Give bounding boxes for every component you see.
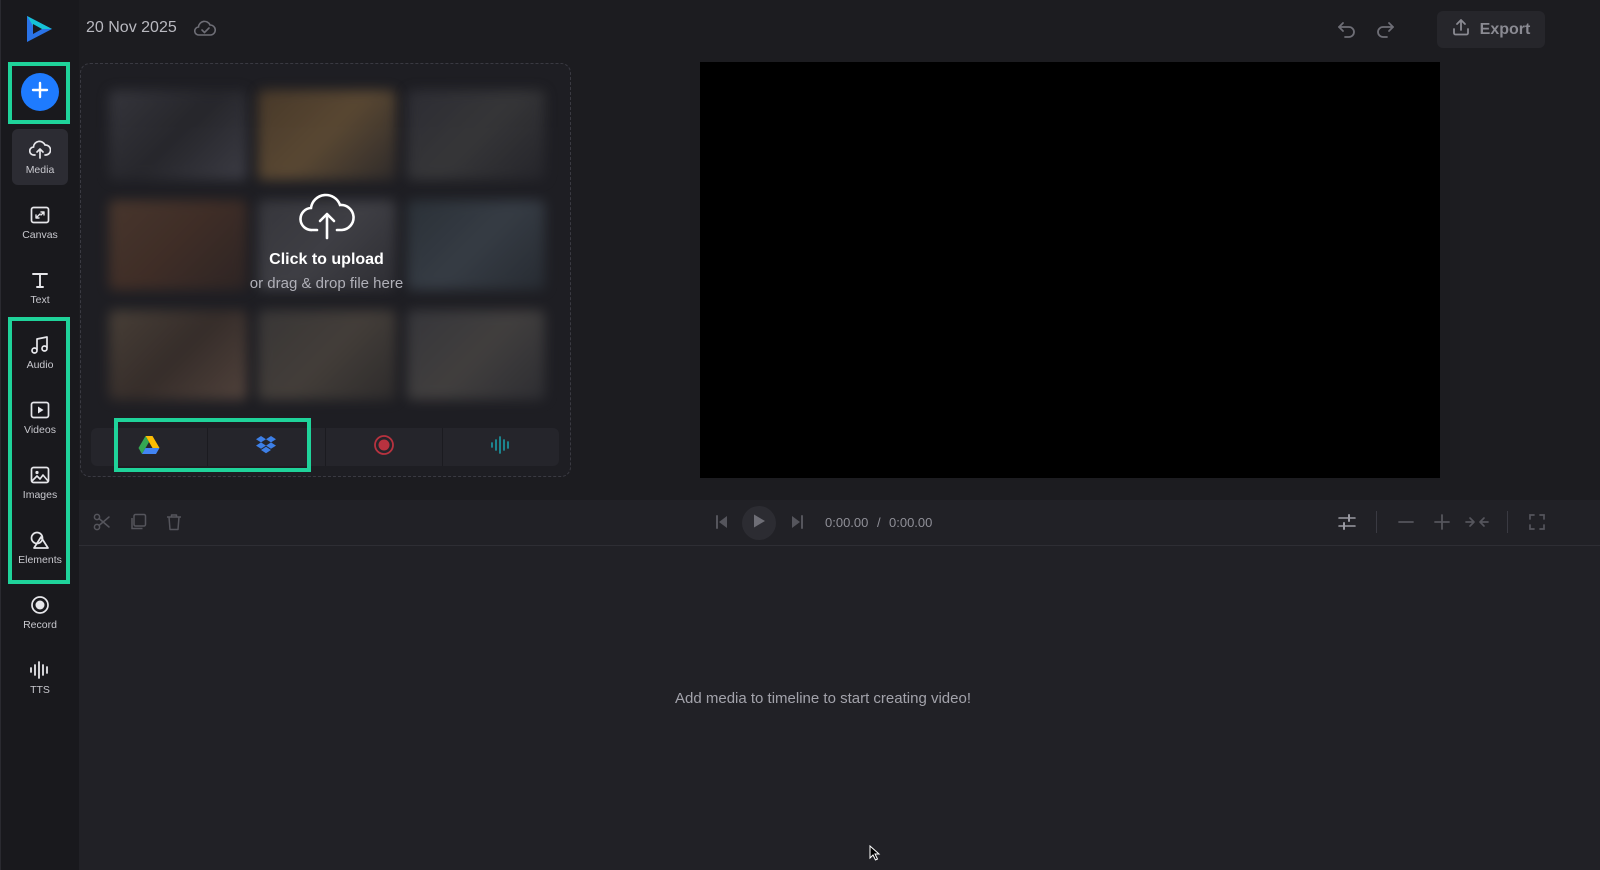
upload-title[interactable]: Click to upload [81,251,570,269]
shapes-icon [29,529,51,551]
sidebar-item-audio[interactable]: Audio [12,324,68,380]
record-dot-icon [373,434,395,461]
canvas-icon [29,204,51,226]
zoom-in-icon[interactable] [1433,513,1451,536]
google-drive-icon [138,435,160,460]
record-source-button[interactable] [326,428,443,466]
sidebar-item-label: Text [30,293,50,306]
cloud-check-icon [193,20,217,43]
toolbar-divider [1376,511,1377,533]
adjust-sliders-icon[interactable] [1337,513,1357,536]
sidebar-item-label: Media [25,163,55,176]
project-date[interactable]: 20 Nov 2025 [86,19,177,37]
sidebar-item-label: TTS [30,683,50,696]
duplicate-icon[interactable] [129,513,147,536]
scissors-icon[interactable] [93,513,111,536]
upload-subtitle: or drag & drop file here [249,275,404,292]
zoom-out-icon[interactable] [1397,513,1415,536]
export-label: Export [1479,20,1531,38]
undo-icon[interactable] [1336,19,1358,44]
sidebar-item-elements[interactable]: Elements [12,519,68,575]
blurred-thumbnail [109,310,247,400]
blurred-thumbnail [258,90,396,180]
mouse-cursor-icon [869,844,881,866]
timeline-toolbar: 0:00.00 / 0:00.00 [79,500,1600,546]
time-separator: / [877,515,881,530]
blurred-thumbnail [407,90,545,180]
add-media-button[interactable] [21,73,59,111]
play-icon [752,513,766,534]
tts-source-button[interactable] [443,428,559,466]
upload-prompt: Click to upload or drag & drop file here [81,192,570,292]
redo-icon[interactable] [1374,19,1396,44]
blurred-thumbnail [258,310,396,400]
blurred-thumbnail [109,90,247,180]
music-icon [29,334,51,356]
sidebar-item-label: Audio [26,358,54,371]
upload-cloud-icon [29,139,51,161]
fullscreen-icon[interactable] [1528,513,1546,536]
sidebar-item-canvas[interactable]: Canvas [12,194,68,250]
video-preview-canvas[interactable] [700,62,1440,478]
current-time: 0:00.00 [825,515,869,530]
sidebar-item-label: Images [22,488,58,501]
sidebar: Media Canvas Text Audio Videos Images El… [0,0,79,870]
fit-timeline-icon[interactable] [1465,513,1489,536]
waveform-icon [490,435,512,459]
upload-sources-bar [91,428,559,466]
plus-icon [31,81,49,104]
dropbox-button[interactable] [208,428,326,466]
blurred-thumbnail [407,310,545,400]
total-time: 0:00.00 [889,515,933,530]
video-icon [29,399,51,421]
google-drive-button[interactable] [91,428,209,466]
upload-cloud-icon [298,193,355,244]
image-icon [29,464,51,486]
sidebar-item-text[interactable]: Text [12,259,68,315]
sidebar-item-label: Videos [24,423,56,436]
text-icon [29,269,51,291]
skip-forward-icon[interactable] [790,513,804,536]
sidebar-item-videos[interactable]: Videos [12,389,68,445]
export-button[interactable]: Export [1437,11,1545,48]
sidebar-item-media[interactable]: Media [12,129,68,185]
waveform-icon [29,659,51,681]
sidebar-item-label: Canvas [22,228,58,241]
sidebar-item-label: Record [23,618,57,631]
play-button[interactable] [742,506,776,540]
toolbar-divider [1507,511,1508,533]
record-icon [29,594,51,616]
sidebar-item-label: Elements [18,553,62,566]
timeline-panel: 0:00.00 / 0:00.00 Add media to timeline … [79,500,1600,870]
dropbox-icon [255,435,277,460]
app-logo[interactable] [23,13,55,45]
export-icon [1452,18,1470,41]
sidebar-item-tts[interactable]: TTS [12,649,68,705]
sidebar-item-record[interactable]: Record [12,584,68,640]
skip-back-icon[interactable] [715,513,729,536]
sidebar-item-images[interactable]: Images [12,454,68,510]
trash-icon[interactable] [165,513,183,536]
upload-dropzone[interactable]: Click to upload or drag & drop file here [80,63,571,477]
timeline-empty-message: Add media to timeline to start creating … [675,690,971,707]
